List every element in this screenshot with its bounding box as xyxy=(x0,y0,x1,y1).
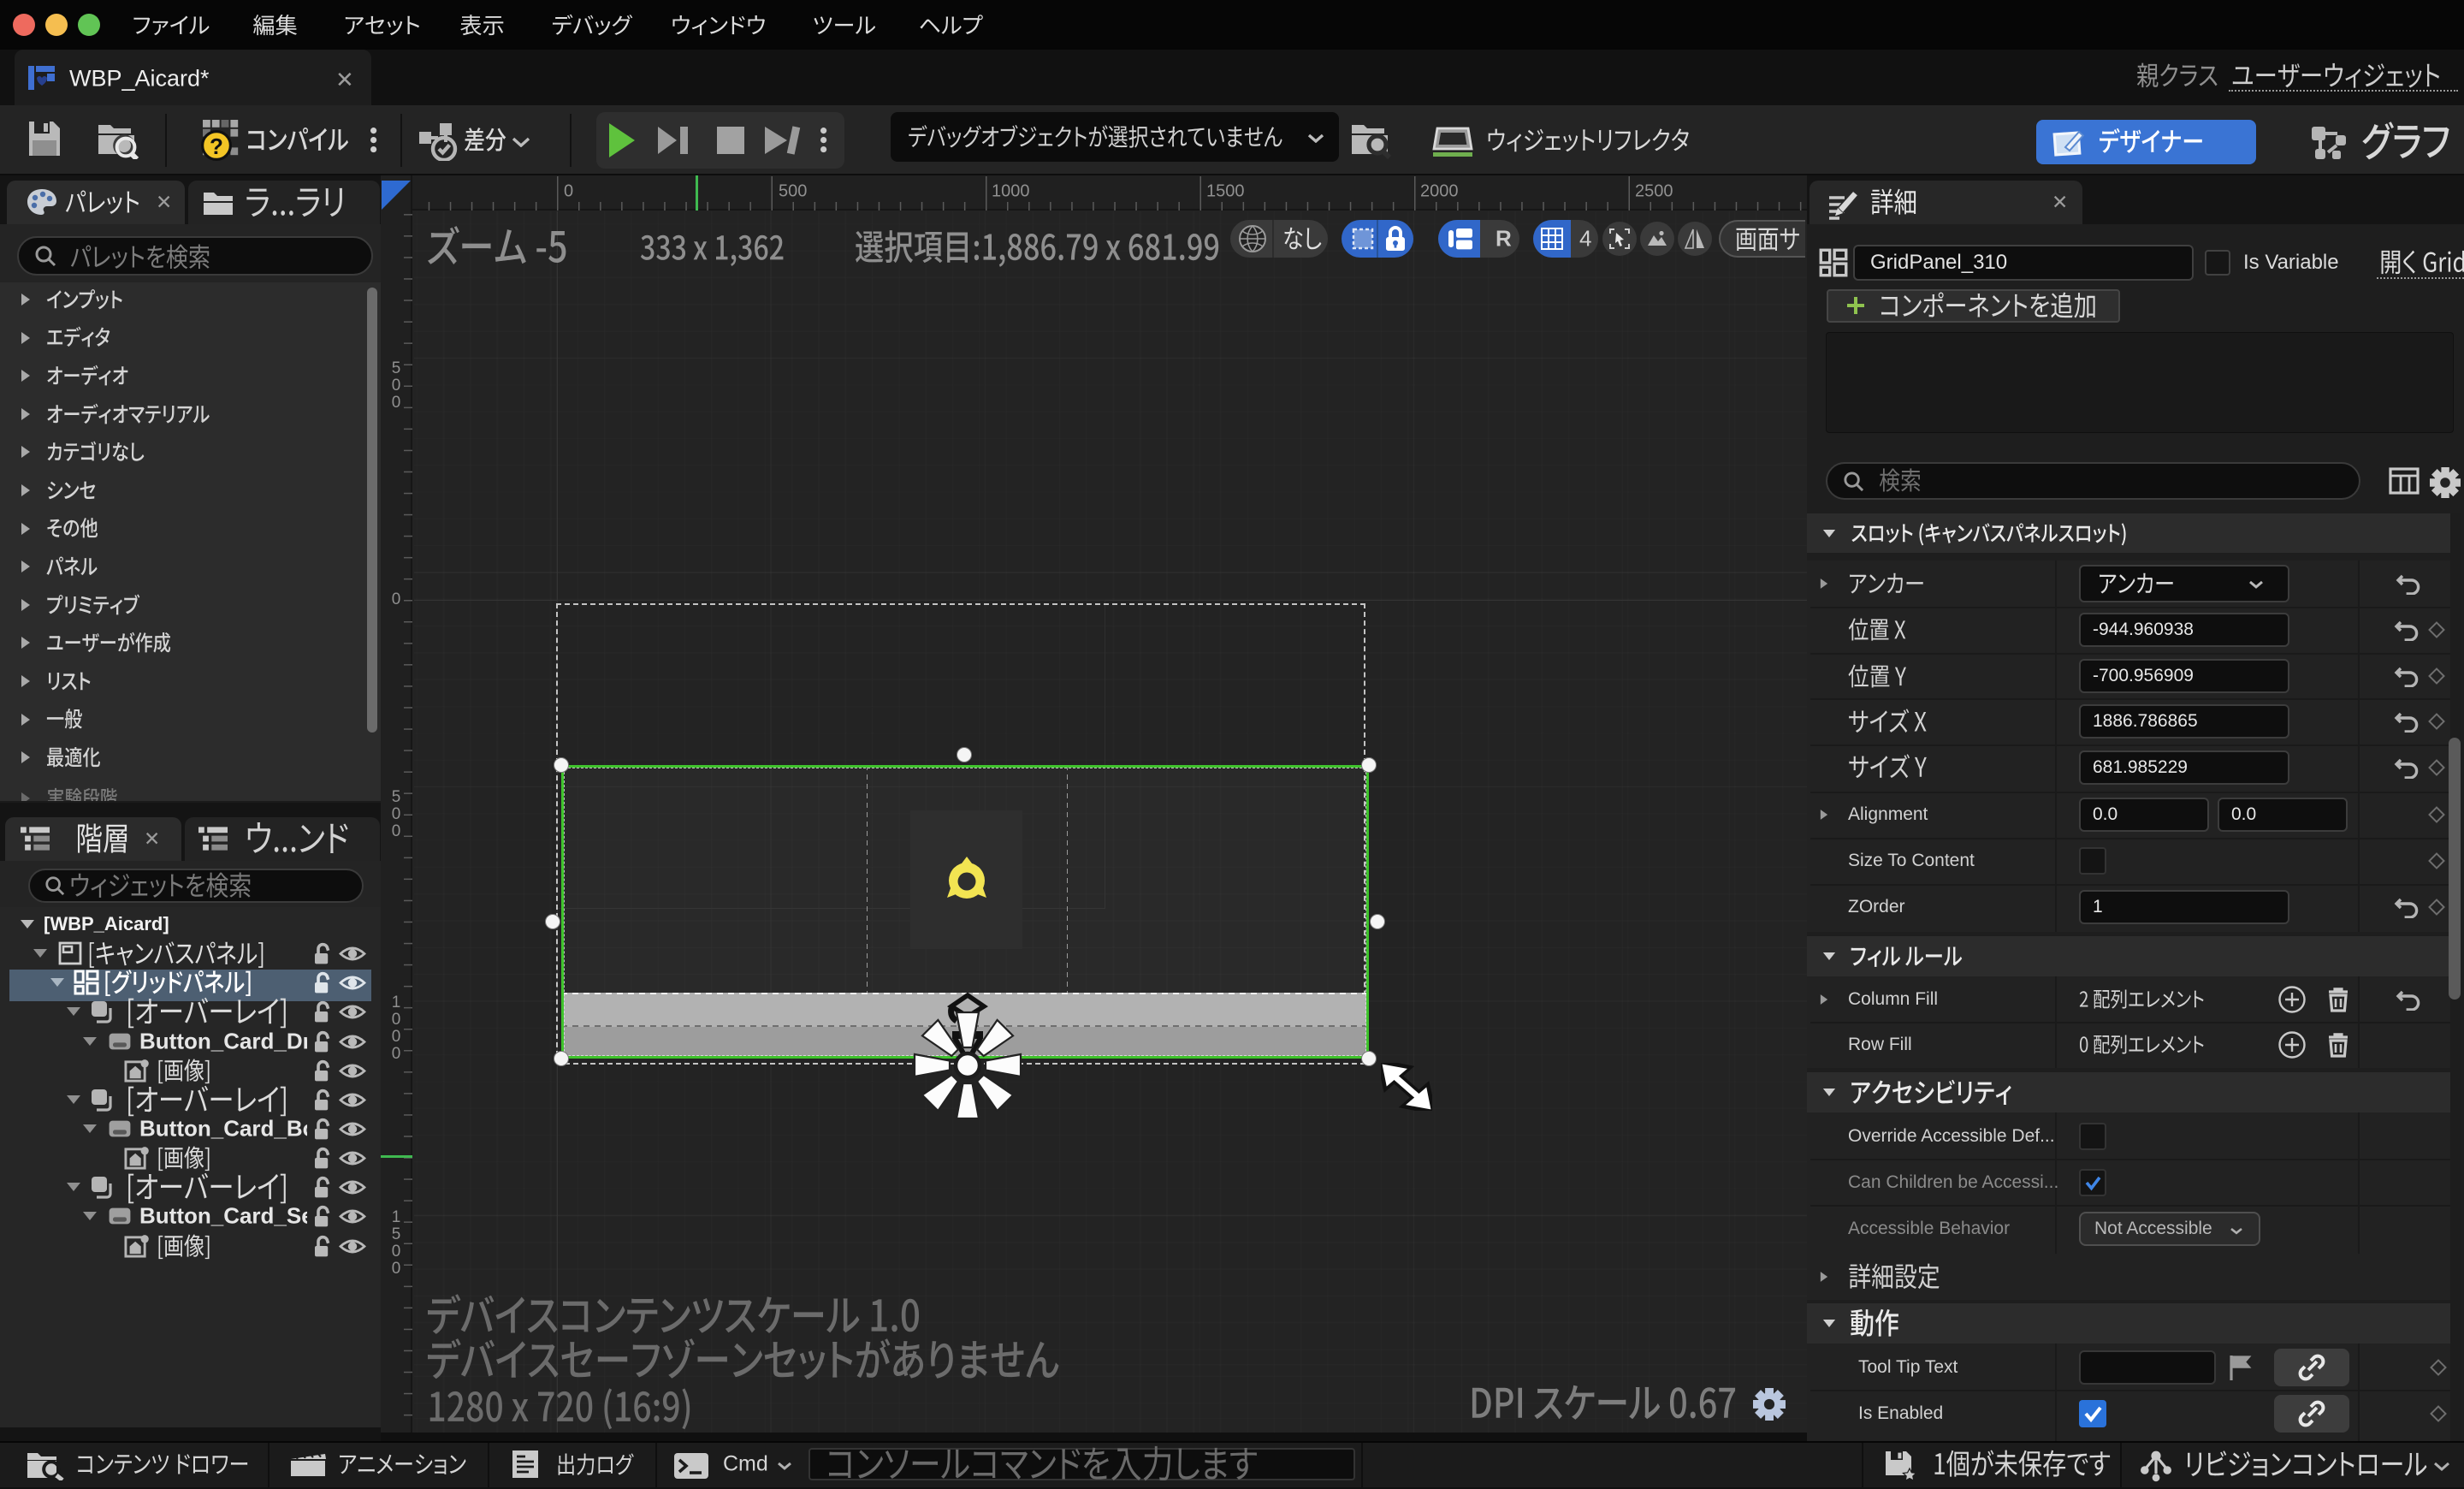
svg-text:?: ? xyxy=(210,133,223,159)
